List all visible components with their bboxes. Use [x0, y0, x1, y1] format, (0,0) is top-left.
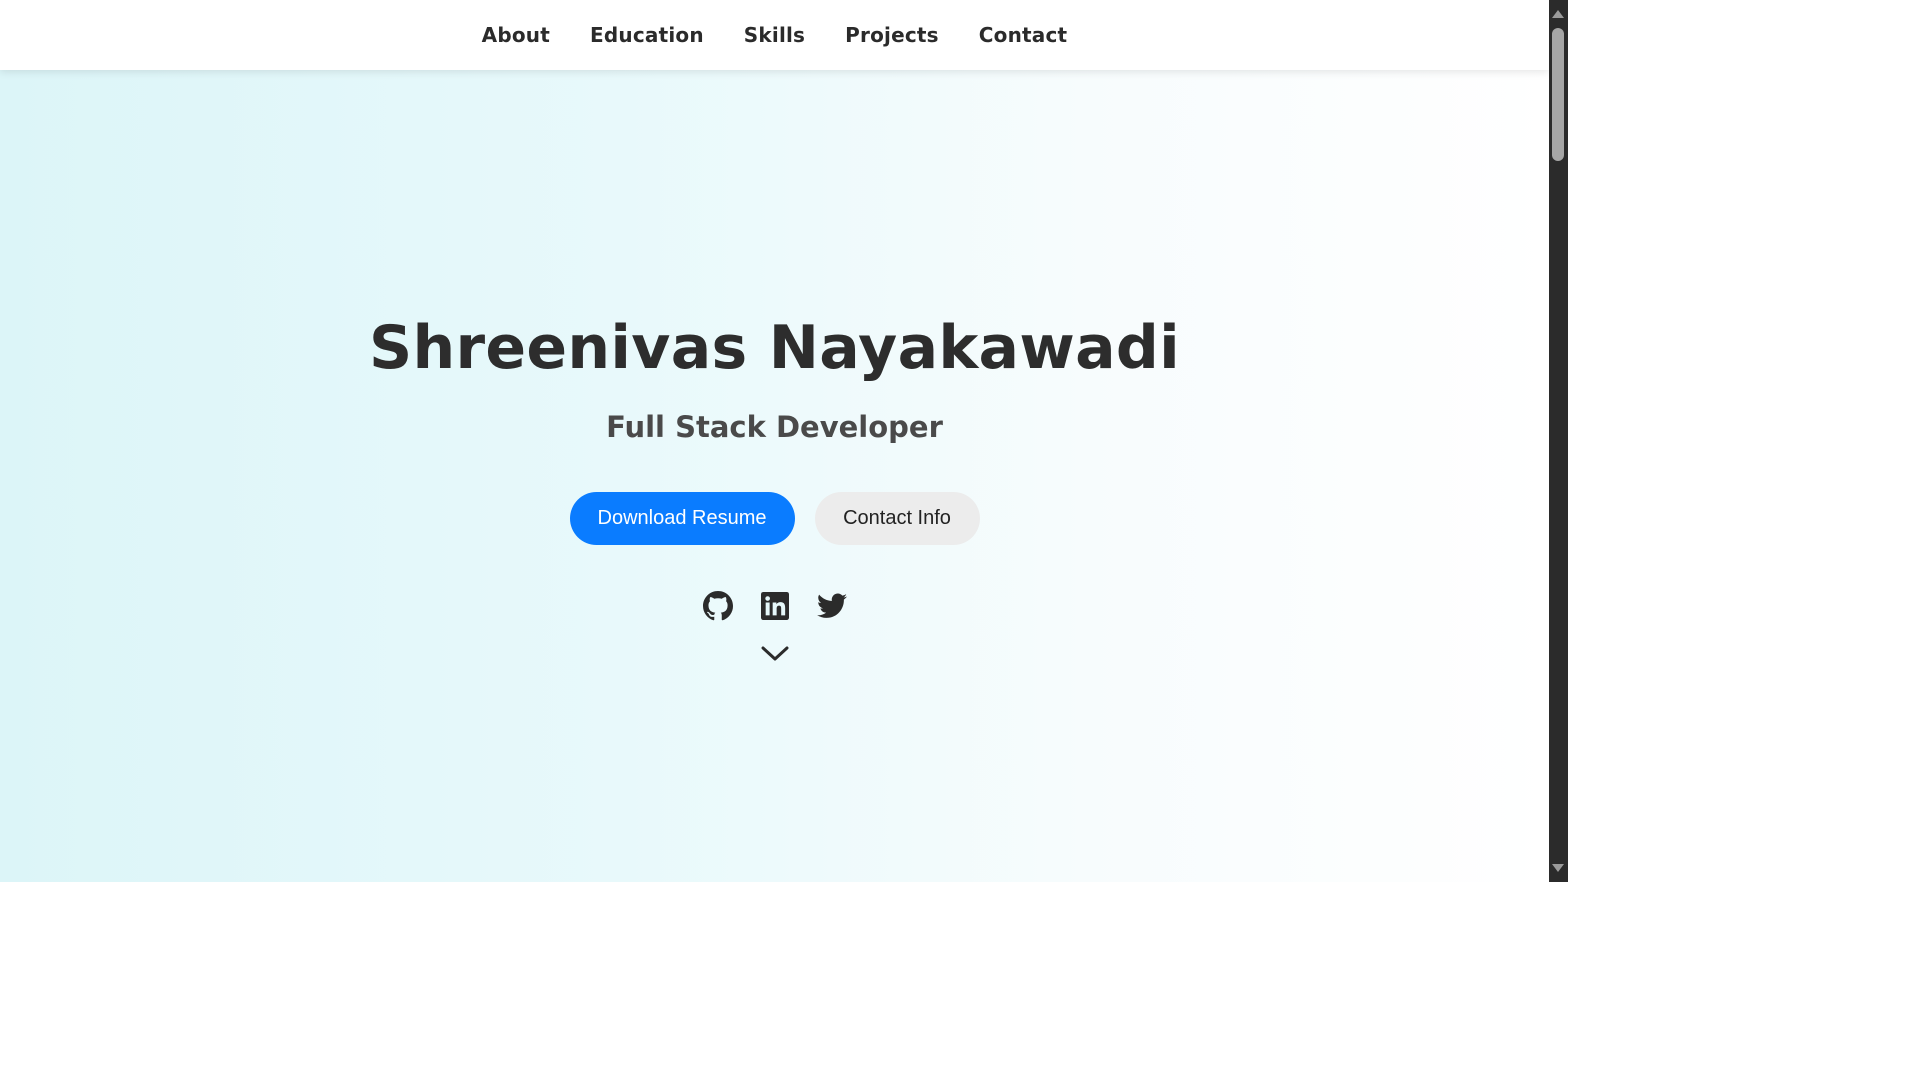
- nav-link-education[interactable]: Education: [590, 23, 704, 47]
- browser-page: About Education Skills Projects Contact …: [0, 0, 1568, 882]
- hero-role-subtitle: Full Stack Developer: [606, 410, 943, 444]
- vertical-scrollbar[interactable]: [1549, 0, 1568, 882]
- contact-info-button[interactable]: Contact Info: [814, 492, 980, 545]
- nav-link-contact[interactable]: Contact: [979, 23, 1068, 47]
- nav-link-about[interactable]: About: [482, 23, 550, 47]
- linkedin-icon[interactable]: [759, 590, 790, 621]
- nav-link-projects[interactable]: Projects: [845, 23, 939, 47]
- github-icon[interactable]: [702, 590, 733, 621]
- scrollbar-thumb[interactable]: [1552, 28, 1564, 161]
- twitter-icon[interactable]: [816, 590, 847, 621]
- linkedin-icon-glyph: [760, 591, 789, 620]
- chevron-down-glyph: [761, 646, 789, 661]
- top-navbar: About Education Skills Projects Contact: [0, 0, 1549, 70]
- scroll-down-arrow-icon[interactable]: [1552, 864, 1564, 872]
- portfolio-viewport: About Education Skills Projects Contact …: [0, 0, 1549, 882]
- hero-name-heading: Shreenivas Nayakawadi: [369, 313, 1180, 383]
- chevron-down-icon[interactable]: [760, 642, 790, 666]
- github-icon-glyph: [702, 590, 733, 620]
- hero-section: Shreenivas Nayakawadi Full Stack Develop…: [0, 70, 1549, 882]
- scroll-up-arrow-icon[interactable]: [1552, 10, 1564, 18]
- download-resume-button[interactable]: Download Resume: [569, 492, 795, 545]
- hero-button-row: Download Resume Contact Info: [0, 492, 1549, 545]
- social-links: [0, 590, 1549, 621]
- twitter-icon-glyph: [816, 593, 847, 618]
- nav-link-skills[interactable]: Skills: [744, 23, 805, 47]
